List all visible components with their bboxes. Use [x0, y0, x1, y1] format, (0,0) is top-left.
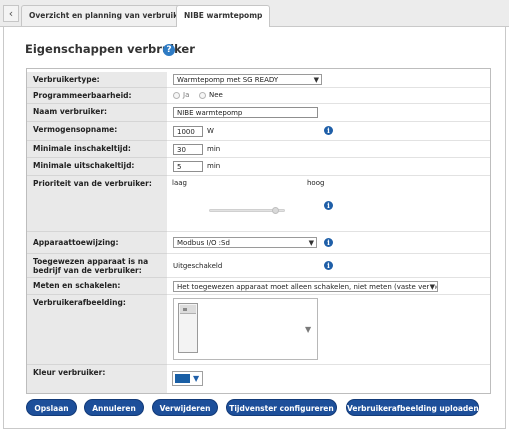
row-measure-switch: Meten en schakelen: Het toegewezen appar…	[27, 278, 490, 295]
color-label: Kleur verbruiker:	[33, 368, 106, 377]
after-operation-label: Toegewezen apparaat is na bedrijf van de…	[33, 257, 149, 275]
row-power: Vermogensopname: 1000 W i	[27, 122, 490, 141]
min-on-unit: min	[207, 145, 221, 153]
info-icon[interactable]: i	[324, 238, 333, 247]
row-min-on: Minimale inschakeltijd: 30 min	[27, 141, 490, 158]
delete-button[interactable]: Verwijderen	[152, 399, 218, 416]
radio-nee[interactable]	[199, 92, 206, 99]
device-assignment-select[interactable]: Modbus I/O :Sd ▼	[173, 237, 317, 248]
image-label: Verbruikerafbeelding:	[33, 298, 126, 307]
info-icon[interactable]: i	[324, 126, 333, 135]
min-off-unit: min	[207, 162, 221, 170]
row-color: Kleur verbruiker: ▼	[27, 365, 490, 393]
priority-low-label: laag	[172, 179, 187, 187]
chevron-down-icon: ▼	[305, 325, 312, 334]
type-label: Verbruikertype:	[33, 75, 100, 84]
radio-ja-label: Ja	[183, 91, 190, 99]
save-button[interactable]: Opslaan	[26, 399, 77, 416]
min-off-input[interactable]: 5	[173, 161, 203, 172]
info-icon[interactable]: i	[324, 201, 333, 210]
device-assignment-value: Modbus I/O :Sd	[177, 239, 230, 247]
row-after-operation: Toegewezen apparaat is na bedrijf van de…	[27, 254, 490, 278]
power-input[interactable]: 1000	[173, 126, 203, 137]
device-assignment-label: Apparaattoewijzing:	[33, 238, 119, 247]
type-select-value: Warmtepomp met SG READY	[177, 76, 279, 84]
row-programmable: Programmeerbaarheid: Ja Nee	[27, 88, 490, 104]
min-on-input[interactable]: 30	[173, 144, 203, 155]
measure-switch-select[interactable]: Het toegewezen apparaat moet alleen scha…	[173, 281, 438, 292]
cancel-button[interactable]: Annuleren	[84, 399, 144, 416]
heat-pump-image	[178, 303, 198, 353]
back-button[interactable]: ‹	[3, 5, 19, 22]
row-min-off: Minimale uitschakeltijd: 5 min	[27, 158, 490, 176]
programmable-label: Programmeerbaarheid:	[33, 91, 132, 100]
image-picker[interactable]: ▼	[173, 298, 318, 360]
info-icon[interactable]: i	[324, 261, 333, 270]
color-picker[interactable]: ▼	[172, 371, 203, 386]
chevron-down-icon: ▼	[308, 239, 314, 247]
type-select[interactable]: Warmtepomp met SG READY ▼	[173, 74, 322, 85]
priority-high-label: hoog	[307, 179, 325, 187]
row-device-assignment: Apparaattoewijzing: Modbus I/O :Sd ▼ i	[27, 232, 490, 254]
upload-image-button[interactable]: Verbruikerafbeelding uploaden	[346, 399, 479, 416]
radio-nee-label: Nee	[209, 91, 223, 99]
row-name: Naam verbruiker: NIBE warmtepomp	[27, 104, 490, 122]
name-input[interactable]: NIBE warmtepomp	[173, 107, 318, 118]
tab-overview[interactable]: Overzicht en planning van verbruikers	[21, 5, 200, 26]
after-operation-value: Uitgeschakeld	[173, 262, 223, 270]
row-priority: Prioriteit van de verbruiker: laag hoog …	[27, 176, 490, 232]
chevron-down-icon: ▼	[313, 76, 319, 84]
min-off-label: Minimale uitschakeltijd:	[33, 161, 135, 170]
tab-bar: ‹ Overzicht en planning van verbruikers …	[0, 0, 509, 27]
priority-slider-handle[interactable]	[272, 207, 280, 214]
row-image: Verbruikerafbeelding: ▼	[27, 295, 490, 365]
measure-switch-value: Het toegewezen apparaat moet alleen scha…	[177, 283, 437, 291]
radio-ja[interactable]	[173, 92, 180, 99]
chevron-down-icon: ▼	[428, 282, 435, 291]
chevron-left-icon: ‹	[8, 7, 14, 20]
tab-nibe[interactable]: NIBE warmtepomp	[176, 5, 271, 27]
measure-switch-label: Meten en schakelen:	[33, 281, 121, 290]
power-label: Vermogensopname:	[33, 125, 118, 134]
priority-label: Prioriteit van de verbruiker:	[33, 179, 152, 188]
help-circle-icon[interactable]: ?	[163, 44, 175, 56]
power-unit: W	[207, 127, 214, 135]
configure-time-window-button[interactable]: Tijdvenster configureren	[226, 399, 337, 416]
name-label: Naam verbruiker:	[33, 107, 108, 116]
row-type: Verbruikertype: Warmtepomp met SG READY …	[27, 72, 490, 88]
properties-form: Verbruikertype: Warmtepomp met SG READY …	[26, 68, 491, 394]
min-on-label: Minimale inschakeltijd:	[33, 144, 131, 153]
color-swatch	[175, 374, 190, 383]
chevron-down-icon: ▼	[193, 374, 200, 383]
